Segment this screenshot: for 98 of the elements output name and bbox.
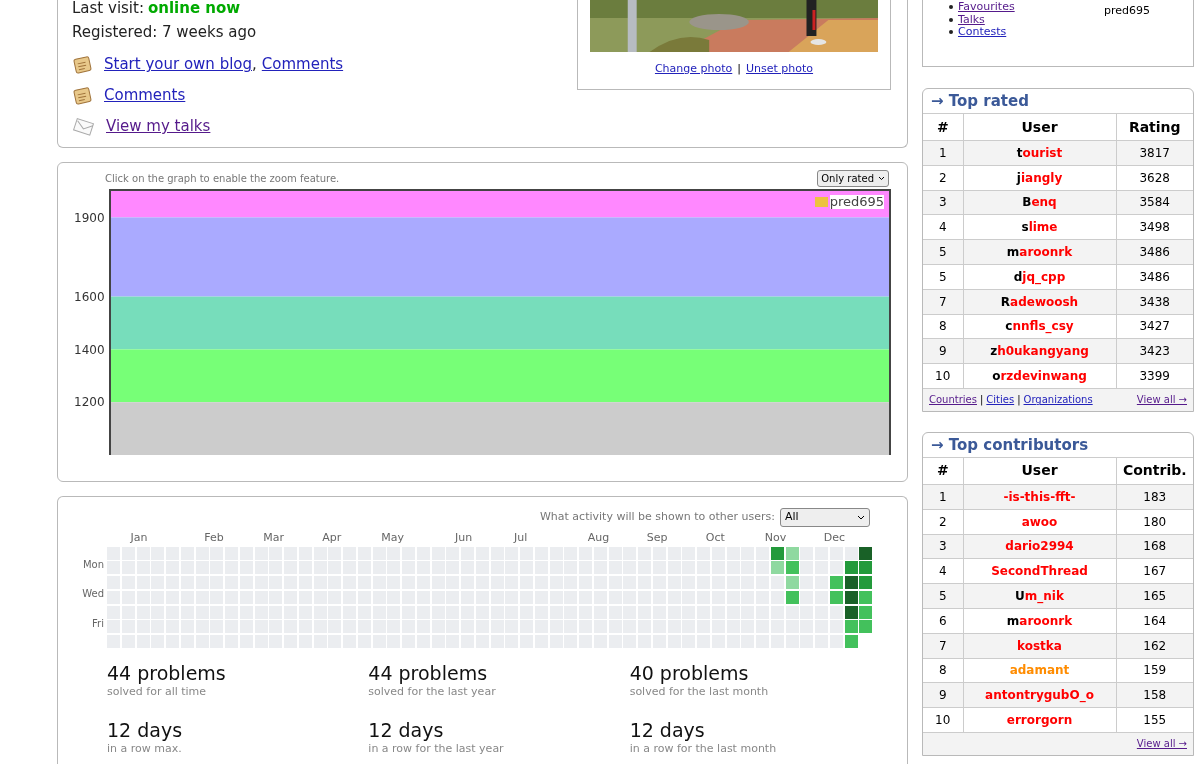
menu-link[interactable]: Talks xyxy=(958,13,985,26)
month-label: Sep xyxy=(646,529,668,546)
column-header: User xyxy=(963,113,1116,141)
month-label: Nov xyxy=(764,529,787,546)
chevron-icon xyxy=(857,514,865,520)
user-handle-text: pred695 xyxy=(1104,3,1150,19)
footer-link[interactable]: Cities xyxy=(986,392,1015,408)
stat-caption: solved for the last month xyxy=(629,684,770,700)
axis-label: 1400 xyxy=(74,341,105,359)
rank-cell: 5 xyxy=(923,239,963,265)
separator: | xyxy=(979,393,984,408)
unset-photo-link[interactable]: Unset photo xyxy=(746,61,814,78)
profile-link[interactable]: Comments xyxy=(104,84,186,107)
menu-link[interactable]: Favourites xyxy=(958,1,1015,14)
month-label: Jul xyxy=(514,529,528,546)
chevron-icon xyxy=(878,175,885,181)
rank-cell: 4 xyxy=(923,214,963,240)
stat-value: 12 days xyxy=(368,718,445,741)
rank-cell: 5 xyxy=(923,583,963,609)
user-handle[interactable]: djq_cpp xyxy=(1013,269,1066,284)
user-handle[interactable]: Um_nik xyxy=(1015,589,1064,604)
day-label: Fri xyxy=(91,616,105,631)
card-title[interactable]: → Top contributors xyxy=(923,432,1193,457)
month-label: Dec xyxy=(823,529,846,546)
filter-select[interactable]: Only rated xyxy=(817,169,889,187)
rank-cell: 8 xyxy=(923,314,963,339)
rank-cell: 5 xyxy=(923,264,963,290)
axis-label: 1900 xyxy=(74,209,105,227)
stat-caption: solved for all time xyxy=(107,684,208,700)
user-handle[interactable]: jiangly xyxy=(1016,170,1063,185)
day-label: Mon xyxy=(81,557,105,572)
bullet-icon xyxy=(949,17,953,22)
month-label: Oct xyxy=(705,529,725,546)
column-header: Rating xyxy=(1116,113,1193,141)
column-header: Contrib. xyxy=(1116,457,1193,485)
stat-caption: solved for the last year xyxy=(368,684,497,700)
online-status: online now xyxy=(148,1,241,16)
stat-caption: in a row max. xyxy=(107,741,183,757)
column-header: User xyxy=(963,457,1116,485)
month-label: Feb xyxy=(204,529,224,546)
rank-cell: 8 xyxy=(923,658,963,683)
stat-value: 12 days xyxy=(629,718,706,741)
column-header: # xyxy=(923,113,963,141)
visibility-select[interactable]: All xyxy=(780,507,870,527)
rank-cell: 10 xyxy=(923,707,963,733)
footer-link[interactable]: Countries xyxy=(929,392,977,408)
profile-link[interactable]: View my talks xyxy=(106,115,211,138)
month-label: Aug xyxy=(587,529,610,546)
rank-cell: 7 xyxy=(923,289,963,315)
axis-label: 1200 xyxy=(74,393,105,411)
graph-hint: Click on the graph to enable the zoom feature. xyxy=(105,171,340,186)
visibility-label: What activity will be shown to other users: xyxy=(539,508,775,525)
footer-link[interactable]: Organizations xyxy=(1023,392,1093,408)
rank-cell: 1 xyxy=(923,484,963,510)
card-title[interactable]: → Top rated xyxy=(923,89,1193,113)
month-label: May xyxy=(381,529,404,546)
month-label: Jun xyxy=(455,529,473,546)
rank-cell: 9 xyxy=(923,338,963,364)
rank-cell: 9 xyxy=(923,682,963,708)
profile-link[interactable]: Comments xyxy=(261,53,344,76)
month-label: Mar xyxy=(263,529,284,546)
stat-value: 12 days xyxy=(107,718,184,741)
column-header: # xyxy=(923,457,963,485)
stat-caption: in a row for the last year xyxy=(368,741,505,757)
rank-cell: 2 xyxy=(923,165,963,191)
month-label: Jan xyxy=(130,529,148,546)
user-handle[interactable]: tourist xyxy=(1016,145,1063,160)
rank-cell: 1 xyxy=(923,140,963,166)
axis-label: 1600 xyxy=(74,288,105,306)
rank-cell: 10 xyxy=(923,363,963,389)
user-handle[interactable]: slime xyxy=(1021,220,1058,235)
rank-cell: 7 xyxy=(923,633,963,659)
user-handle[interactable]: kostka xyxy=(1017,638,1062,653)
last-visit-label: Last visit: xyxy=(72,1,144,16)
rank-cell: 2 xyxy=(923,509,963,535)
stat-caption: in a row for the last month xyxy=(629,741,778,757)
bullet-icon xyxy=(949,30,953,35)
stat-value: 44 problems xyxy=(368,662,489,684)
rank-cell: 6 xyxy=(923,608,963,634)
separator: | xyxy=(737,61,741,77)
day-label: Wed xyxy=(81,587,105,601)
view-all-link[interactable]: View all → xyxy=(1136,736,1187,752)
month-label: Apr xyxy=(322,529,342,546)
rank-cell: 4 xyxy=(923,558,963,584)
separator: | xyxy=(1017,393,1021,408)
stat-value: 40 problems xyxy=(629,662,750,684)
change-photo-link[interactable]: Change photo xyxy=(654,61,733,78)
menu-link[interactable]: Contests xyxy=(958,26,1007,39)
bullet-icon xyxy=(949,5,953,10)
rank-cell: 3 xyxy=(923,190,963,215)
view-all-link[interactable]: View all → xyxy=(1136,392,1187,408)
user-handle[interactable]: awoo xyxy=(1021,514,1058,529)
rank-cell: 3 xyxy=(923,534,963,559)
registered-text: Registered: 7 weeks ago xyxy=(72,22,258,43)
separator: , xyxy=(252,54,257,76)
profile-link[interactable]: Start your own blog xyxy=(104,53,252,76)
user-handle[interactable]: Benq xyxy=(1022,195,1057,210)
stat-value: 44 problems xyxy=(107,662,227,684)
